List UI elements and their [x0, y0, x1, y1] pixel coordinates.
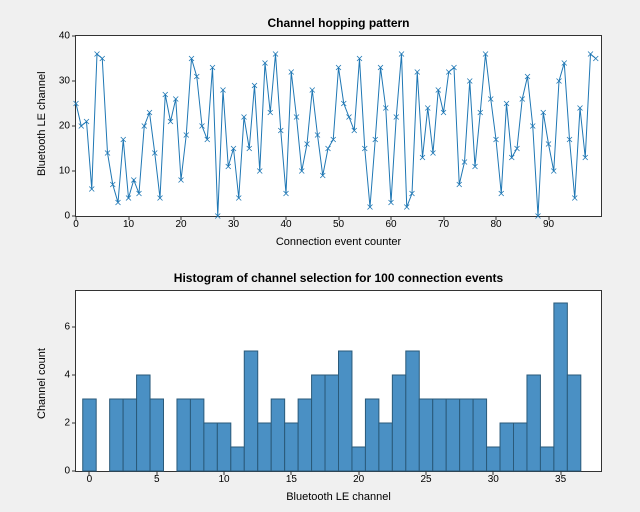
xtick-label: 5: [154, 474, 160, 485]
xtick-label: 20: [353, 474, 364, 485]
histogram-bar: [554, 303, 567, 471]
xtick-label: 60: [385, 219, 396, 230]
histogram-bar: [406, 351, 419, 471]
xtick-label: 15: [286, 474, 297, 485]
xtick-label: 0: [73, 219, 79, 230]
histogram-bar: [231, 447, 244, 471]
xtick-label: 50: [333, 219, 344, 230]
histogram-bar: [137, 375, 150, 471]
histogram-bar: [177, 399, 190, 471]
subplot-hopping-pattern: Channel hopping pattern Connection event…: [75, 35, 602, 217]
histogram-bar: [285, 423, 298, 471]
histogram-bar: [514, 423, 527, 471]
ytick-label: 20: [59, 121, 70, 132]
xtick-label: 10: [123, 219, 134, 230]
ytick-label: 6: [64, 322, 70, 333]
histogram-bar: [123, 399, 136, 471]
histogram-bar: [433, 399, 446, 471]
histogram-bar: [460, 399, 473, 471]
histogram-bar: [487, 447, 500, 471]
ylabel-bottom: Channel count: [36, 348, 48, 419]
xtick-label: 0: [87, 474, 93, 485]
histogram-bar: [339, 351, 352, 471]
xtick-label: 70: [438, 219, 449, 230]
histogram-bar: [298, 399, 311, 471]
ytick-label: 0: [64, 466, 70, 477]
xtick-label: 30: [488, 474, 499, 485]
xlabel-bottom: Bluetooth LE channel: [76, 491, 601, 503]
ytick-label: 40: [59, 31, 70, 42]
ytick-label: 0: [64, 211, 70, 222]
histogram-bar: [312, 375, 325, 471]
histogram-bar: [446, 399, 459, 471]
chart-title-bottom: Histogram of channel selection for 100 c…: [76, 271, 601, 285]
xtick-label: 40: [280, 219, 291, 230]
xtick-label: 25: [420, 474, 431, 485]
data-marker: [593, 56, 598, 61]
ytick-label: 4: [64, 370, 70, 381]
histogram-bar: [379, 423, 392, 471]
xtick-label: 10: [219, 474, 230, 485]
histogram-bar: [217, 423, 230, 471]
bar-plot-area: [76, 291, 601, 471]
histogram-bar: [150, 399, 163, 471]
line-plot-area: [76, 36, 601, 216]
xtick-label: 80: [490, 219, 501, 230]
xtick-label: 20: [175, 219, 186, 230]
xtick-label: 30: [228, 219, 239, 230]
histogram-bar: [527, 375, 540, 471]
ytick-label: 30: [59, 76, 70, 87]
subplot-histogram: Histogram of channel selection for 100 c…: [75, 290, 602, 472]
histogram-bar: [352, 447, 365, 471]
histogram-bar: [83, 399, 96, 471]
histogram-bar: [473, 399, 486, 471]
histogram-bar: [258, 423, 271, 471]
histogram-bar: [110, 399, 123, 471]
histogram-bar: [204, 423, 217, 471]
xtick-label: 35: [555, 474, 566, 485]
histogram-bar: [244, 351, 257, 471]
data-marker: [347, 115, 352, 120]
histogram-bar: [540, 447, 553, 471]
line-series: [76, 54, 596, 216]
ytick-label: 2: [64, 418, 70, 429]
ytick-label: 10: [59, 166, 70, 177]
histogram-bar: [271, 399, 284, 471]
ylabel-top: Bluetooth LE channel: [36, 71, 48, 176]
histogram-bar: [500, 423, 513, 471]
xlabel-top: Connection event counter: [76, 236, 601, 248]
histogram-bar: [567, 375, 580, 471]
chart-title-top: Channel hopping pattern: [76, 16, 601, 30]
figure-container: Channel hopping pattern Connection event…: [0, 0, 640, 512]
histogram-bar: [392, 375, 405, 471]
histogram-bar: [365, 399, 378, 471]
histogram-bar: [190, 399, 203, 471]
histogram-bar: [419, 399, 432, 471]
xtick-label: 90: [543, 219, 554, 230]
histogram-bar: [325, 375, 338, 471]
